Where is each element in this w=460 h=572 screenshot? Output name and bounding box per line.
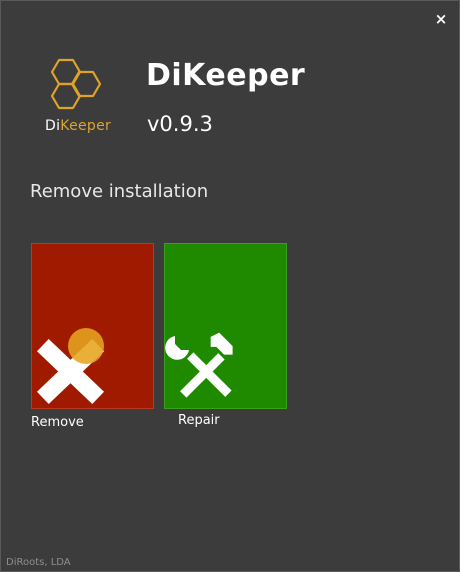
logo-text-keeper: Keeper — [60, 118, 112, 134]
footer-company: DiRoots, LDA — [6, 557, 71, 568]
tools-icon — [165, 332, 233, 398]
repair-label[interactable]: Repair — [178, 413, 220, 428]
repair-tile-button[interactable] — [164, 243, 287, 409]
remove-label[interactable]: Remove — [31, 415, 84, 430]
close-x-icon — [36, 338, 105, 405]
app-version: v0.9.3 — [147, 112, 213, 136]
logo-text-di: Di — [45, 118, 61, 134]
logo-wordmark: DiKeeper — [45, 118, 111, 134]
section-title: Remove installation — [30, 181, 209, 202]
close-button[interactable]: × — [432, 10, 450, 28]
app-title: DiKeeper — [146, 58, 306, 93]
installer-window: × DiKeeper DiKeeper v0.9.3 Remove instal… — [0, 0, 460, 572]
remove-tile-button[interactable] — [31, 243, 154, 409]
close-icon[interactable]: × — [435, 10, 448, 28]
